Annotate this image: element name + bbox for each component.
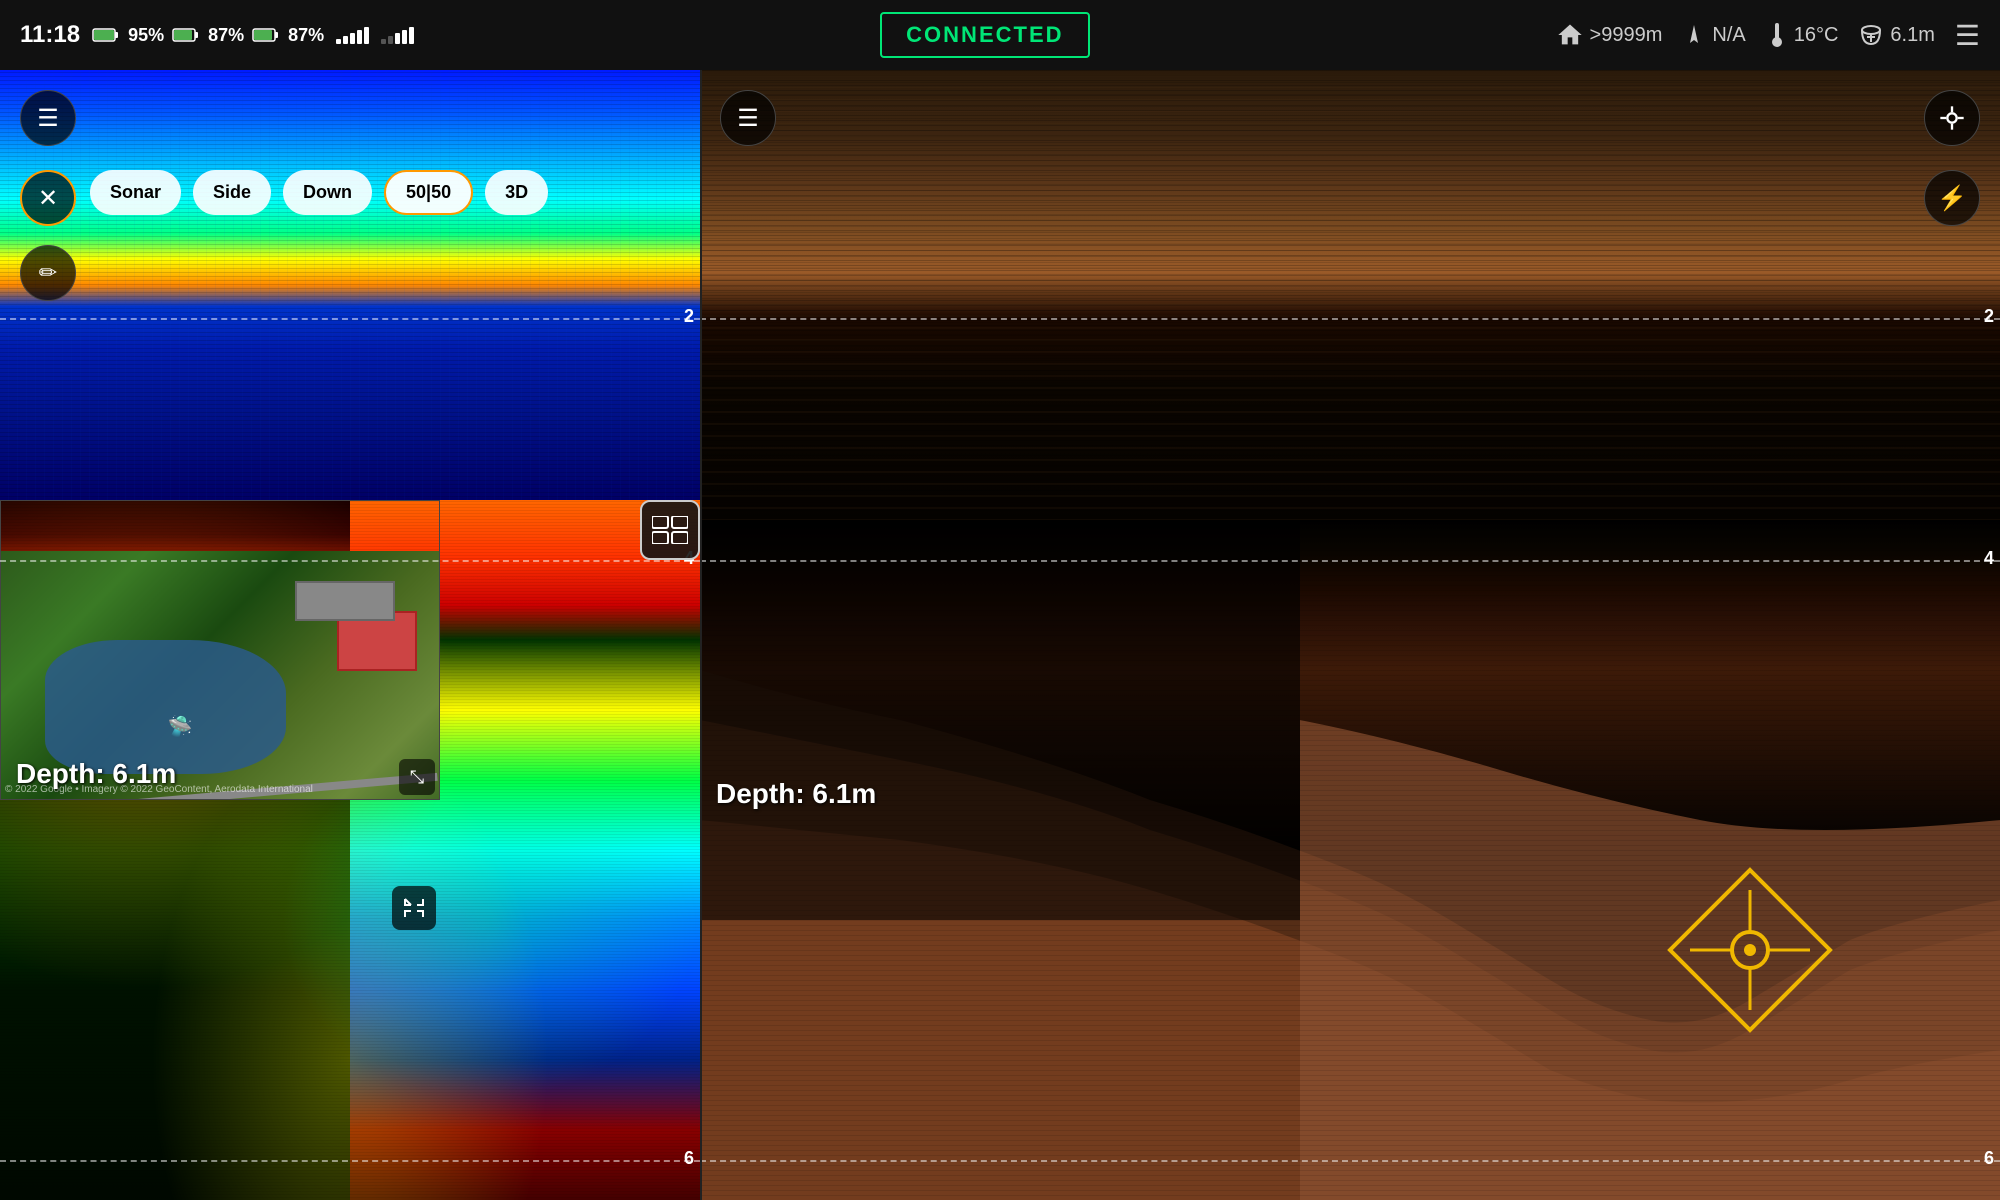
panel-divider (700, 70, 702, 1200)
connected-badge: CONNECTED (880, 12, 1089, 58)
compress-icon (403, 897, 425, 919)
depth-line-6: 6 (0, 1160, 700, 1162)
line4-label-right: 4 (1984, 548, 1994, 569)
battery2-pct: 87% (208, 25, 244, 46)
line6-label-right: 6 (1984, 1148, 1994, 1169)
line6-label-left: 6 (684, 1148, 694, 1169)
distance-value: >9999m (1590, 24, 1663, 47)
map-water (45, 640, 286, 774)
signal-group2 (381, 27, 414, 44)
sonar-tab-bar: Sonar Side Down 50|50 3D (90, 170, 548, 215)
flash-icon: ⚡ (1937, 184, 1967, 213)
time-display: 11:18 (20, 21, 80, 49)
depth-line-6-right: 6 (700, 1160, 2000, 1162)
right-sonar-display (700, 70, 2000, 520)
map-building2 (295, 581, 395, 621)
menu-icon-left: ☰ (37, 104, 59, 133)
menu-icon[interactable]: ☰ (1955, 19, 1980, 52)
depth-icon (1858, 22, 1884, 48)
line2-label-left: 2 (684, 306, 694, 327)
status-left: 11:18 95% 87% 87% (20, 21, 414, 49)
right-panel: 2 4 6 Depth: 6.1m ☰ ⚡ (700, 70, 2000, 1200)
tab-50-50[interactable]: 50|50 (384, 170, 473, 215)
signal-group (336, 27, 369, 44)
battery-group: 95% 87% 87% (92, 25, 324, 46)
drone-marker: 🛸 (167, 715, 191, 739)
home-icon (1556, 21, 1584, 49)
depth-label-right: Depth: 6.1m (716, 778, 876, 810)
flash-button[interactable]: ⚡ (1924, 170, 1980, 226)
camera-button[interactable] (640, 500, 700, 560)
depth-label-left: Depth: 6.1m (16, 758, 176, 790)
battery1-icon (92, 27, 120, 43)
location-button[interactable] (1924, 90, 1980, 146)
close-button[interactable]: ✕ (20, 170, 76, 226)
map-expand-button[interactable]: ⤡ (399, 759, 435, 795)
sonar-display (0, 70, 700, 500)
edit-button[interactable]: ✏ (20, 245, 76, 301)
battery2-icon (172, 27, 200, 43)
depth-display: 6.1m (1858, 22, 1934, 48)
crosshair-svg (1660, 860, 1840, 1040)
compress-button[interactable] (392, 886, 436, 930)
map-overlay: 🗺 MAP ◎ COMPASS 🛸 Google ⤡ © 2022 Google… (0, 500, 440, 800)
line2-label-right: 2 (1984, 306, 1994, 327)
left-panel: 2 4 6 Depth: 6.1m 🗺 MAP ◎ COMPASS 🛸 (0, 70, 700, 1200)
temperature-display: 16°C (1766, 21, 1839, 49)
battery3-icon (252, 27, 280, 43)
menu-button-left[interactable]: ☰ (20, 90, 76, 146)
tab-side[interactable]: Side (193, 170, 271, 215)
status-right: >9999m N/A 16°C 6.1m ☰ (1556, 19, 1980, 52)
scan-lines-svg (700, 70, 2000, 520)
temp-value: 16°C (1794, 24, 1839, 47)
bearing-icon (1682, 23, 1706, 47)
tab-sonar[interactable]: Sonar (90, 170, 181, 215)
bearing-display: N/A (1682, 23, 1745, 47)
home-distance: >9999m (1556, 21, 1663, 49)
location-icon (1938, 104, 1966, 132)
depth-line-4: 4 (0, 560, 700, 562)
menu-icon-right: ☰ (737, 104, 759, 133)
expand-icon: ⤡ (410, 767, 424, 788)
status-bar: 11:18 95% 87% 87% CONNECTED (0, 0, 2000, 70)
depth-line-2: 2 (0, 318, 700, 320)
tab-3d[interactable]: 3D (485, 170, 548, 215)
battery3-pct: 87% (288, 25, 324, 46)
camera-icon (652, 516, 688, 544)
edit-icon: ✏ (39, 260, 57, 286)
depth-value: 6.1m (1890, 24, 1934, 47)
close-icon: ✕ (38, 184, 58, 213)
crosshair (1660, 860, 1840, 1040)
menu-button-right[interactable]: ☰ (720, 90, 776, 146)
battery1-pct: 95% (128, 25, 164, 46)
tab-down[interactable]: Down (283, 170, 372, 215)
depth-line-2-right: 2 (700, 318, 2000, 320)
depth-line-4-right: 4 (700, 560, 2000, 562)
bearing-value: N/A (1712, 24, 1745, 47)
temp-icon (1766, 21, 1788, 49)
